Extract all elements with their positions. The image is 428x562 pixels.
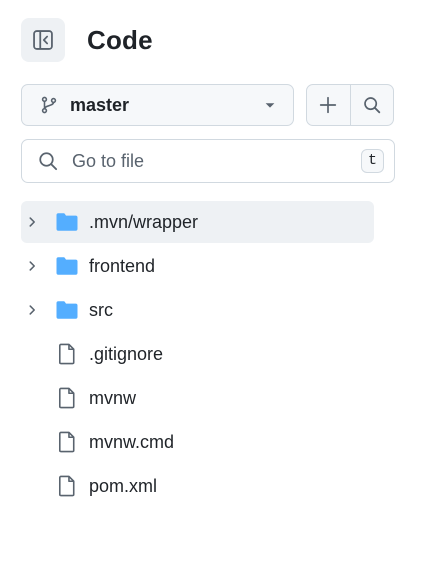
tree-item-name: .gitignore [89,343,164,364]
git-branch-icon [41,96,57,114]
search-icon [363,97,380,114]
search-code-button[interactable] [349,85,394,125]
tree-folder-row[interactable]: .mvn/wrapper [21,201,374,243]
page-title: Code [87,24,153,55]
file-tree-panel: Code master Go to file t .mvn/wrapper fr… [0,0,428,562]
tree-folder-row[interactable]: frontend [21,245,374,287]
folder-icon [55,300,79,320]
tree-item-name: mvnw [89,387,137,408]
chevron-right-icon[interactable] [21,259,47,273]
tree-item-name: pom.xml [89,475,158,496]
plus-icon [320,96,337,114]
tree-item-name: frontend [89,255,156,276]
tree-folder-row[interactable]: src [21,289,374,331]
folder-icon [55,256,79,276]
collapse-file-tree-button[interactable] [21,18,65,62]
tree-file-row[interactable]: mvnw.cmd [21,421,374,463]
tree-item-name: src [89,299,113,320]
file-icon [55,387,79,409]
file-icon [55,475,79,497]
tree-item-name: .mvn/wrapper [89,211,199,232]
tree-file-row[interactable]: mvnw [21,377,374,419]
tree-item-name: mvnw.cmd [89,431,175,452]
folder-icon [55,212,79,232]
tree-file-row[interactable]: pom.xml [21,465,374,507]
chevron-right-icon[interactable] [21,303,47,317]
file-icon [55,431,79,453]
branch-name: master [70,94,130,115]
caret-down-icon [265,103,275,108]
sidebar-collapse-icon [33,30,53,50]
panel-header: Code [21,18,153,62]
branch-toolbar: master [21,84,394,126]
tree-file-row[interactable]: .gitignore [21,333,374,375]
go-to-file-input[interactable] [70,149,361,173]
file-tree: .mvn/wrapper frontend src .gitignore mvnw mvn… [21,201,374,509]
add-file-button[interactable] [307,85,350,125]
go-to-file-field[interactable]: t [21,139,395,183]
search-icon [39,152,58,171]
branch-selector-button[interactable]: master [21,84,294,126]
tree-actions-group [306,84,394,126]
chevron-right-icon[interactable] [21,215,47,229]
file-icon [55,343,79,365]
keyboard-shortcut-hint: t [360,149,384,173]
